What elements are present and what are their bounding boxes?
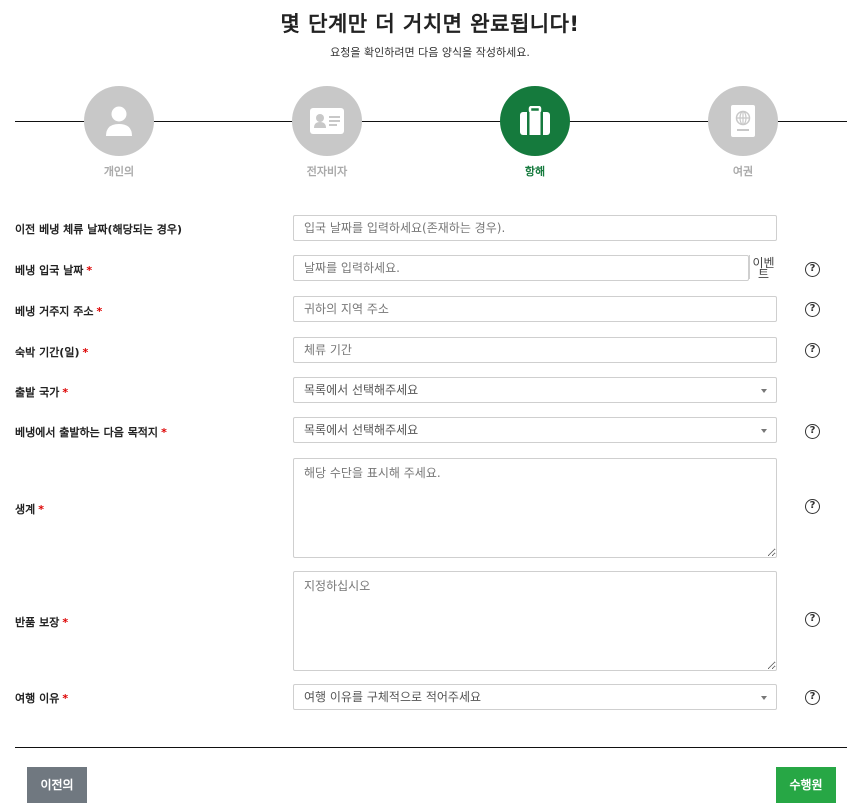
luggage-icon [500, 86, 570, 156]
entry-date-input[interactable] [293, 255, 749, 281]
calendar-addon[interactable]: 이벤트 [749, 255, 777, 280]
prev-stay-input[interactable] [293, 215, 777, 241]
departure-country-select[interactable]: 목록에서 선택해주세요 [293, 377, 777, 403]
next-destination-label: 베냉에서 출발하는 다음 목적지 * [15, 426, 167, 439]
page-subtitle: 요청을 확인하려면 다음 양식을 작성하세요. [330, 46, 530, 59]
help-icon[interactable]: ? [805, 612, 820, 627]
step-passport[interactable]: 여권 [673, 86, 813, 179]
next-destination-select[interactable]: 목록에서 선택해주세요 [293, 417, 777, 443]
help-icon[interactable]: ? [805, 302, 820, 317]
livelihood-label: 생계 * [15, 503, 45, 516]
travel-reason-select[interactable]: 여행 이유를 구체적으로 적어주세요 [293, 684, 777, 710]
departure-country-label: 출발 국가 * [15, 386, 69, 399]
id-card-icon [292, 86, 362, 156]
required-mark: * [82, 346, 89, 359]
help-icon[interactable]: ? [805, 690, 820, 705]
step-label: 개인의 [103, 165, 135, 178]
step-evisa[interactable]: 전자비자 [257, 86, 397, 179]
passport-icon [708, 86, 778, 156]
previous-button[interactable]: 이전의 [27, 767, 87, 803]
step-voyage[interactable]: 항해 [465, 86, 605, 179]
required-mark: * [62, 616, 69, 629]
required-mark: * [96, 305, 103, 318]
livelihood-textarea[interactable] [293, 458, 777, 558]
travel-reason-label: 여행 이유 * [15, 692, 69, 705]
required-mark: * [86, 264, 93, 277]
step-personal[interactable]: 개인의 [49, 86, 189, 179]
help-icon[interactable]: ? [805, 262, 820, 277]
step-label: 항해 [524, 165, 546, 178]
caret-down-icon [761, 429, 767, 433]
step-label: 여권 [732, 165, 754, 178]
stay-length-input[interactable] [293, 337, 777, 363]
required-mark: * [161, 426, 167, 439]
help-icon[interactable]: ? [805, 424, 820, 439]
caret-down-icon [761, 696, 767, 700]
return-guarantee-label: 반품 보장 * [15, 616, 69, 629]
help-icon[interactable]: ? [805, 343, 820, 358]
help-icon[interactable]: ? [805, 499, 820, 514]
entry-date-group: 이벤트 [293, 255, 777, 281]
step-label: 전자비자 [306, 165, 348, 178]
footer-divider [15, 747, 847, 748]
return-guarantee-textarea[interactable] [293, 571, 777, 671]
prev-stay-label: 이전 베냉 체류 날짜(해당되는 경우) [15, 223, 183, 236]
stay-length-label: 숙박 기간(일) * [15, 346, 89, 359]
next-button[interactable]: 수행원 [776, 767, 836, 803]
page-title: 몇 단계만 더 거치면 완료됩니다! [280, 12, 580, 36]
required-mark: * [38, 503, 45, 516]
address-input[interactable] [293, 296, 777, 322]
caret-down-icon [761, 389, 767, 393]
required-mark: * [62, 386, 69, 399]
person-icon [84, 86, 154, 156]
address-label: 베냉 거주지 주소 * [15, 305, 103, 318]
required-mark: * [62, 692, 69, 705]
entry-date-label: 베냉 입국 날짜 * [15, 264, 93, 277]
